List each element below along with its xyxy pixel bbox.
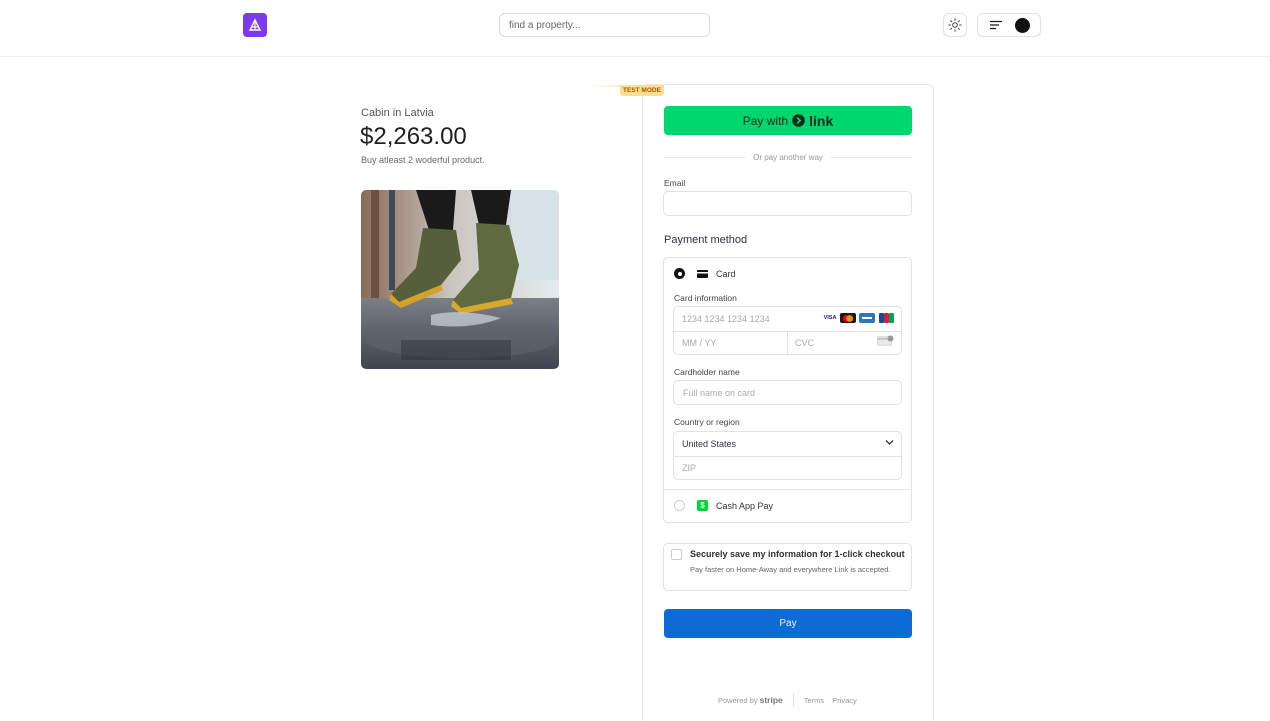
zip-input[interactable]: ZIP: [682, 463, 696, 473]
link-brand: link: [809, 112, 834, 129]
email-label: Email: [664, 178, 686, 188]
checkout-footer: Powered by stripe Terms Privacy: [718, 693, 865, 707]
footer-separator: [792, 693, 794, 707]
card-information-label: Card information: [674, 293, 737, 303]
amex-icon: [859, 313, 875, 323]
terms-link[interactable]: Terms: [804, 696, 824, 705]
test-mode-badge: TEST MODE: [620, 85, 664, 96]
product-description: Buy atleast 2 woderful product.: [361, 155, 485, 165]
privacy-link[interactable]: Privacy: [832, 696, 857, 705]
expiry-input[interactable]: MM / YY: [682, 338, 716, 348]
jcb-icon: [878, 313, 894, 323]
country-label: Country or region: [674, 417, 740, 427]
save-info-description: Pay faster on Home-Away and everywhere L…: [690, 565, 891, 574]
card-option-label: Card: [716, 269, 736, 279]
product-price: $2,263.00: [360, 123, 467, 150]
cardholder-label: Cardholder name: [674, 367, 740, 377]
cashapp-option-label[interactable]: Cash App Pay: [716, 501, 773, 511]
card-radio[interactable]: [674, 268, 685, 279]
card-number-input[interactable]: 1234 1234 1234 1234: [682, 314, 770, 324]
powered-by-text: Powered by: [718, 695, 758, 705]
theme-toggle-button[interactable]: [943, 13, 967, 37]
user-menu-button[interactable]: [977, 13, 1041, 37]
cvc-card-icon: [877, 335, 894, 346]
cvc-input[interactable]: CVC: [795, 338, 814, 348]
logo-mark: [248, 18, 262, 31]
save-info-checkbox[interactable]: [671, 549, 682, 560]
sun-icon: [948, 18, 962, 32]
payment-method-title: Payment method: [664, 234, 748, 246]
product-image: [361, 190, 559, 369]
chevron-down-icon[interactable]: [885, 439, 894, 446]
cashapp-radio[interactable]: [674, 500, 685, 511]
divider-text: Or pay another way: [753, 152, 823, 162]
avatar: [1015, 17, 1030, 33]
pay-button[interactable]: Pay: [664, 609, 912, 638]
cardholder-name-field[interactable]: [673, 380, 902, 405]
product-name: Cabin in Latvia: [361, 107, 434, 119]
logo-icon[interactable]: [243, 13, 267, 37]
cashapp-icon: $: [697, 500, 708, 511]
link-button-prefix: Pay with: [742, 113, 789, 128]
search-input[interactable]: [499, 13, 710, 37]
stripe-logo[interactable]: stripe: [760, 695, 783, 705]
visa-icon: VISA: [822, 313, 838, 323]
top-navigation: [0, 0, 1270, 57]
pay-with-link-button[interactable]: Pay with link: [664, 106, 912, 135]
menu-icon: [990, 20, 1002, 30]
link-arrow-icon: [792, 114, 805, 127]
country-select[interactable]: United States: [682, 439, 736, 449]
method-separator: [664, 489, 911, 490]
mastercard-icon: [840, 313, 856, 323]
card-icon: [697, 270, 708, 278]
or-divider: Or pay another way: [664, 151, 912, 163]
save-info-title[interactable]: Securely save my information for 1-click…: [690, 549, 905, 559]
email-field[interactable]: [663, 191, 912, 216]
